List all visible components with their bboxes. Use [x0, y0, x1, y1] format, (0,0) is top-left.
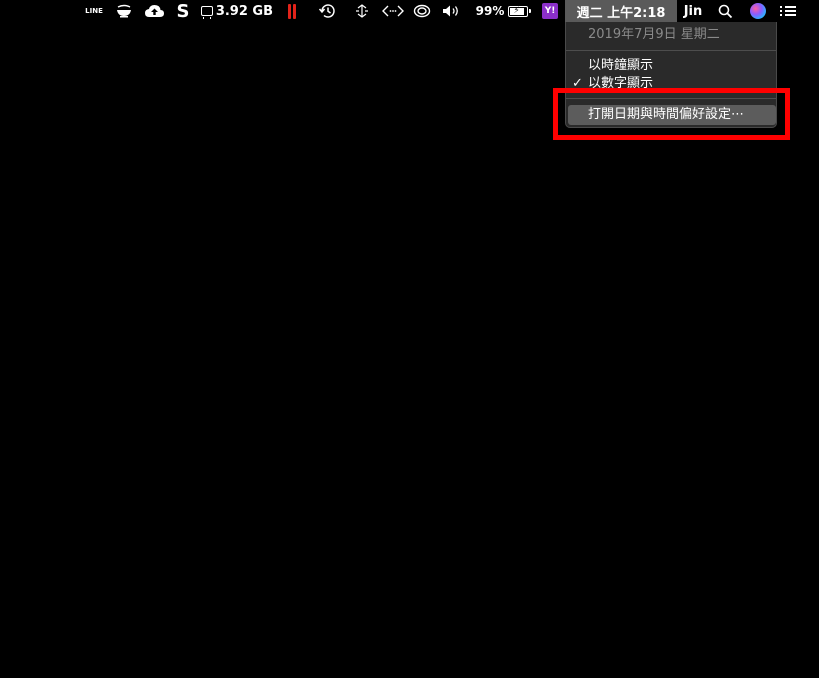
cloud-upload-icon[interactable] [143, 0, 165, 22]
battery-percent: 99% [475, 4, 505, 18]
time-machine-icon[interactable] [316, 0, 338, 22]
siri-icon[interactable] [748, 0, 768, 22]
line-label: LINE [85, 7, 103, 15]
line-icon[interactable]: LINE [85, 0, 103, 22]
menubar-clock[interactable]: 週二 上午2:18 [565, 0, 677, 22]
search-icon[interactable] [715, 0, 735, 22]
battery-charging-icon: ⚡ [508, 5, 532, 17]
code-brackets-icon[interactable] [381, 0, 405, 22]
coffee-cup-icon[interactable] [114, 0, 134, 22]
memory-status[interactable]: 3.92 GB [201, 0, 273, 22]
menu-item-show-as-analog[interactable]: 以時鐘顯示 [566, 56, 776, 76]
menu-item-label: 以時鐘顯示 [588, 58, 654, 73]
notification-center-icon[interactable] [778, 0, 798, 22]
clock-label: 週二 上午2:18 [576, 5, 666, 21]
airplay-swirl-icon[interactable] [412, 0, 432, 22]
user-name: Jin [683, 3, 703, 19]
menu-bar: LINE S 3.92 GB 99% ⚡ Y! 週二 上午2:18 Jin [0, 0, 819, 22]
date-label: 2019年7月9日 星期二 [588, 27, 720, 42]
memory-value: 3.92 GB [215, 3, 273, 19]
yahoo-icon[interactable]: Y! [541, 0, 559, 22]
desktop: LINE S 3.92 GB 99% ⚡ Y! 週二 上午2:18 Jin 20… [0, 0, 819, 678]
battery-status[interactable]: 99% ⚡ [473, 0, 532, 22]
sync-arrows-icon[interactable] [353, 0, 371, 22]
pause-icon[interactable] [285, 0, 299, 22]
volume-icon[interactable] [441, 0, 463, 22]
menu-separator [566, 50, 776, 51]
yahoo-label: Y! [542, 3, 558, 19]
s-app-icon[interactable]: S [175, 0, 191, 22]
user-menu[interactable]: Jin [680, 0, 706, 22]
annotation-highlight-box [553, 88, 790, 140]
memory-chip-icon [201, 6, 213, 19]
